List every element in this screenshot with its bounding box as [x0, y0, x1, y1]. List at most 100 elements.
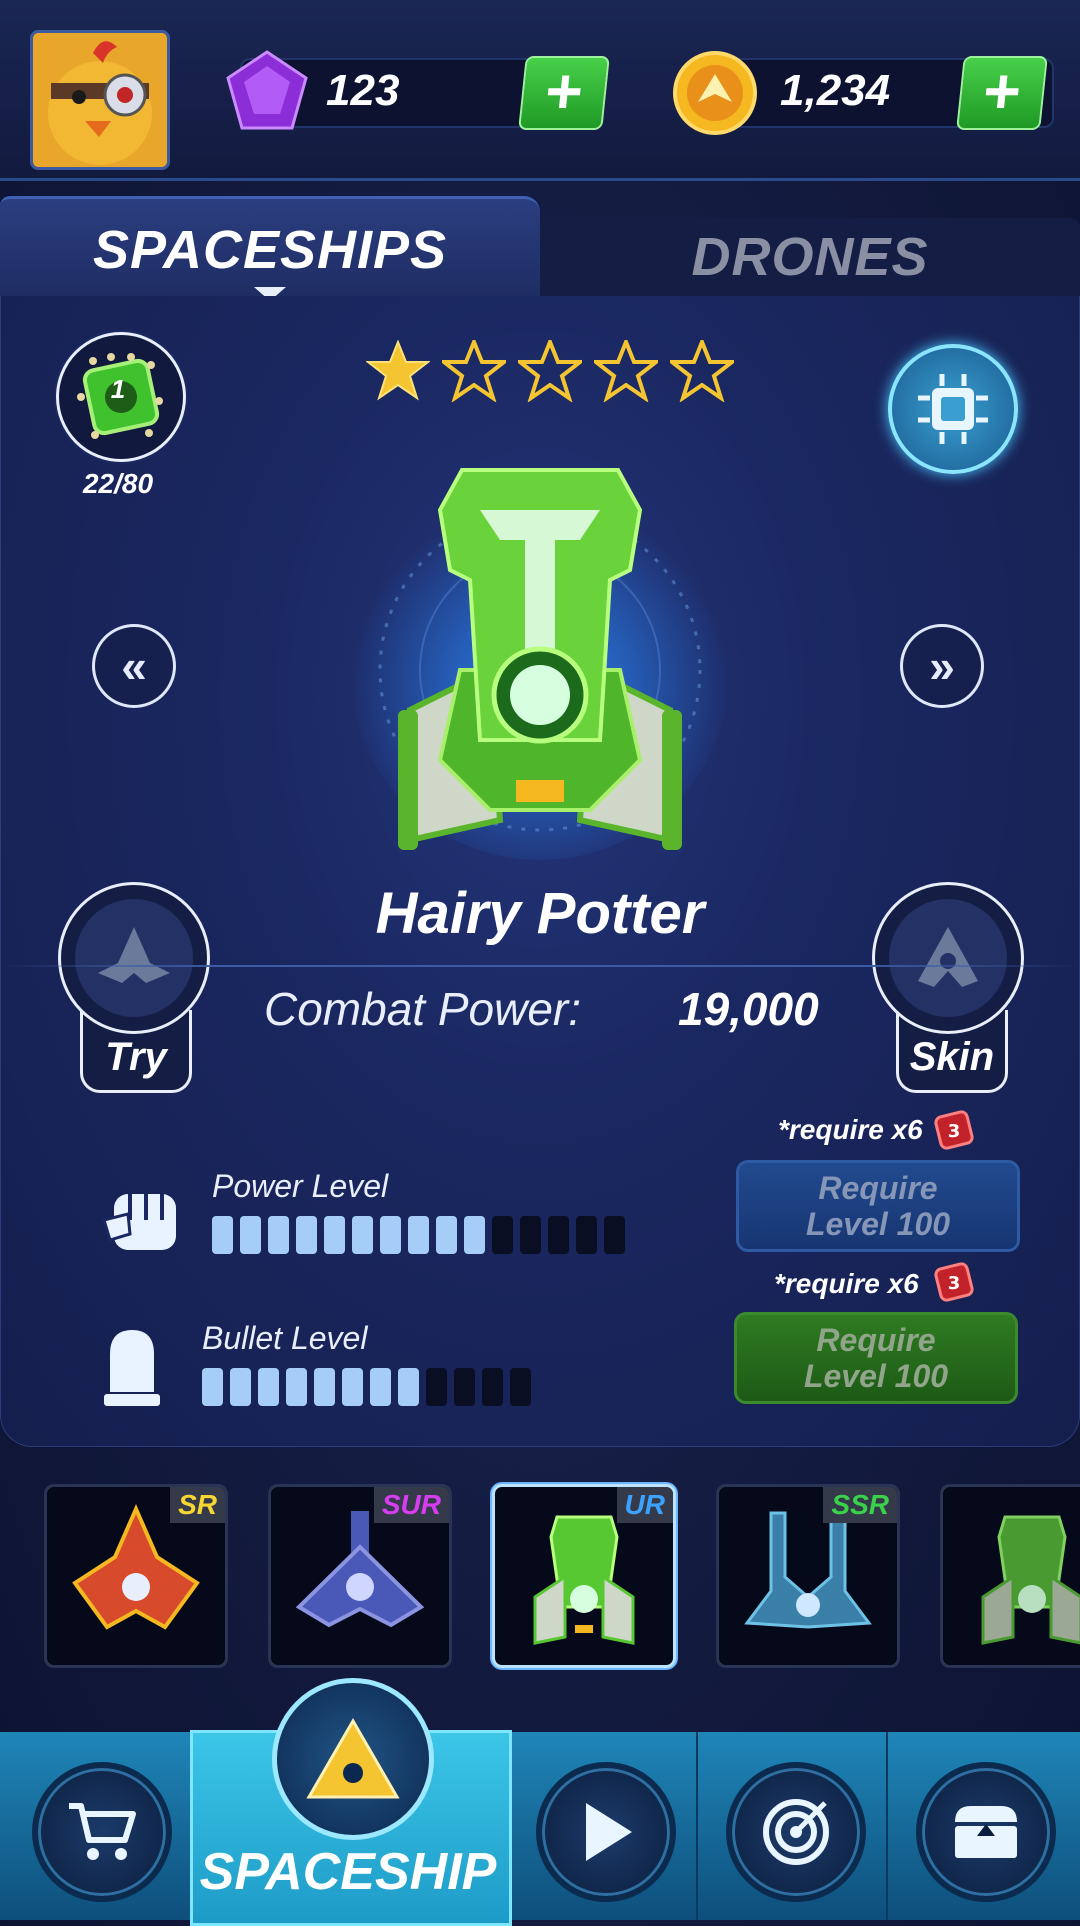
- target-icon: [763, 1799, 829, 1865]
- combat-power-label: Combat Power:: [264, 983, 582, 1035]
- level-segment-filled: [296, 1216, 317, 1254]
- nav-spaceship-label: SPACESHIP: [199, 1843, 497, 1901]
- bullet-level-label: Bullet Level: [202, 1320, 368, 1356]
- rarity-badge: SSR: [823, 1487, 897, 1523]
- star-rating: [366, 340, 734, 402]
- bullet-token-count: 3: [948, 1273, 961, 1294]
- next-ship-button[interactable]: »: [900, 624, 984, 708]
- bullet-button-line1: Require: [816, 1322, 936, 1358]
- power-level-label: Power Level: [212, 1168, 389, 1204]
- level-segment-filled: [408, 1216, 429, 1254]
- try-label: Try: [105, 1035, 167, 1079]
- level-segment-filled: [464, 1216, 485, 1254]
- combat-power-value: 19,000: [678, 983, 819, 1035]
- bullet-upgrade-button[interactable]: Require Level 100: [734, 1312, 1018, 1404]
- level-segment-empty: [426, 1368, 447, 1406]
- level-segment-filled: [202, 1368, 223, 1406]
- power-upgrade-button[interactable]: Require Level 100: [736, 1160, 1020, 1252]
- level-segment-filled: [286, 1368, 307, 1406]
- level-segment-filled: [240, 1216, 261, 1254]
- level-segment-filled: [314, 1368, 335, 1406]
- add-gems-button[interactable]: +: [518, 55, 610, 130]
- bullet-require-note: *require x6: [774, 1268, 919, 1299]
- chevron-double-right-icon: »: [929, 640, 955, 692]
- tab-spaceships-label: SPACESHIPS: [92, 220, 448, 280]
- ship-card[interactable]: SSR: [716, 1484, 900, 1668]
- star-empty-icon: [518, 340, 582, 402]
- star-empty-icon: [442, 340, 506, 402]
- ship-card[interactable]: SUR: [268, 1484, 452, 1668]
- nav-play[interactable]: [536, 1762, 676, 1902]
- power-level-bar: [212, 1216, 625, 1254]
- ship-card-selected[interactable]: UR: [492, 1484, 676, 1668]
- divider: [0, 965, 1080, 967]
- red-token-icon: 3: [930, 1258, 978, 1311]
- level-segment-filled: [342, 1368, 363, 1406]
- plus-icon: +: [541, 55, 587, 127]
- power-require-note: *require x6: [778, 1114, 923, 1145]
- nav-spaceship-button[interactable]: [272, 1678, 434, 1840]
- gem-icon: [222, 48, 312, 143]
- level-segment-filled: [370, 1368, 391, 1406]
- rarity-badge: SUR: [373, 1487, 449, 1523]
- ship-preview: [340, 440, 740, 865]
- level-segment-filled: [268, 1216, 289, 1254]
- power-button-line2: Level 100: [805, 1206, 951, 1242]
- bullet-level-bar: [202, 1368, 531, 1406]
- coin-amount: 1,234: [780, 66, 891, 115]
- nav-chest[interactable]: [916, 1762, 1056, 1902]
- fist-icon: [100, 1180, 188, 1265]
- play-icon: [586, 1803, 632, 1861]
- chicken-avatar-icon: [33, 33, 167, 167]
- level-segment-filled: [398, 1368, 419, 1406]
- parts-progress: 22/80: [82, 468, 154, 499]
- level-segment-empty: [510, 1368, 531, 1406]
- star-filled-icon: [366, 340, 430, 401]
- tab-drones-label: DRONES: [691, 227, 929, 287]
- star-empty-icon: [594, 340, 658, 402]
- level-segment-filled: [380, 1216, 401, 1254]
- level-segment-empty: [576, 1216, 597, 1254]
- chest-icon: [955, 1806, 1017, 1858]
- level-segment-filled: [258, 1368, 279, 1406]
- chip-upgrade-button[interactable]: [888, 344, 1018, 474]
- level-segment-empty: [492, 1216, 513, 1254]
- level-segment-empty: [548, 1216, 569, 1254]
- spaceship-nav-icon: [306, 1718, 400, 1799]
- level-segment-filled: [436, 1216, 457, 1254]
- spaceship-icon: [350, 468, 730, 860]
- level-segment-empty: [482, 1368, 503, 1406]
- level-segment-empty: [604, 1216, 625, 1254]
- nav-missions[interactable]: [726, 1762, 866, 1902]
- level-segment-filled: [324, 1216, 345, 1254]
- ship-card[interactable]: SR: [44, 1484, 228, 1668]
- level-segment-filled: [212, 1216, 233, 1254]
- level-segment-filled: [352, 1216, 373, 1254]
- ship-name: Hairy Potter: [375, 881, 705, 946]
- level-segment-empty: [520, 1216, 541, 1254]
- level-segment-filled: [230, 1368, 251, 1406]
- plus-icon: +: [979, 55, 1025, 127]
- star-empty-icon: [670, 340, 734, 402]
- bullet-icon: [100, 1326, 164, 1413]
- ship-thumbnail-icon: [981, 1515, 1080, 1645]
- ship-card[interactable]: [940, 1484, 1080, 1668]
- shopping-cart-icon: [69, 1803, 136, 1860]
- chip-icon: [918, 374, 988, 444]
- nav-shop[interactable]: [32, 1762, 172, 1902]
- gem-amount: 123: [326, 66, 400, 115]
- rarity-badge: UR: [616, 1487, 673, 1523]
- skin-label: Skin: [909, 1035, 995, 1079]
- red-token-icon: 3: [930, 1106, 978, 1159]
- level-segment-empty: [454, 1368, 475, 1406]
- power-button-line1: Require: [818, 1170, 938, 1206]
- tab-spaceships[interactable]: SPACESHIPS: [0, 196, 540, 301]
- previous-ship-button[interactable]: «: [92, 624, 176, 708]
- bullet-button-line2: Level 100: [803, 1358, 949, 1394]
- player-avatar[interactable]: [30, 30, 170, 170]
- add-coins-button[interactable]: +: [956, 55, 1048, 130]
- coin-icon: [672, 50, 758, 141]
- rarity-badge: SR: [170, 1487, 225, 1523]
- chevron-double-left-icon: «: [121, 640, 147, 692]
- tab-drones[interactable]: DRONES: [540, 218, 1080, 296]
